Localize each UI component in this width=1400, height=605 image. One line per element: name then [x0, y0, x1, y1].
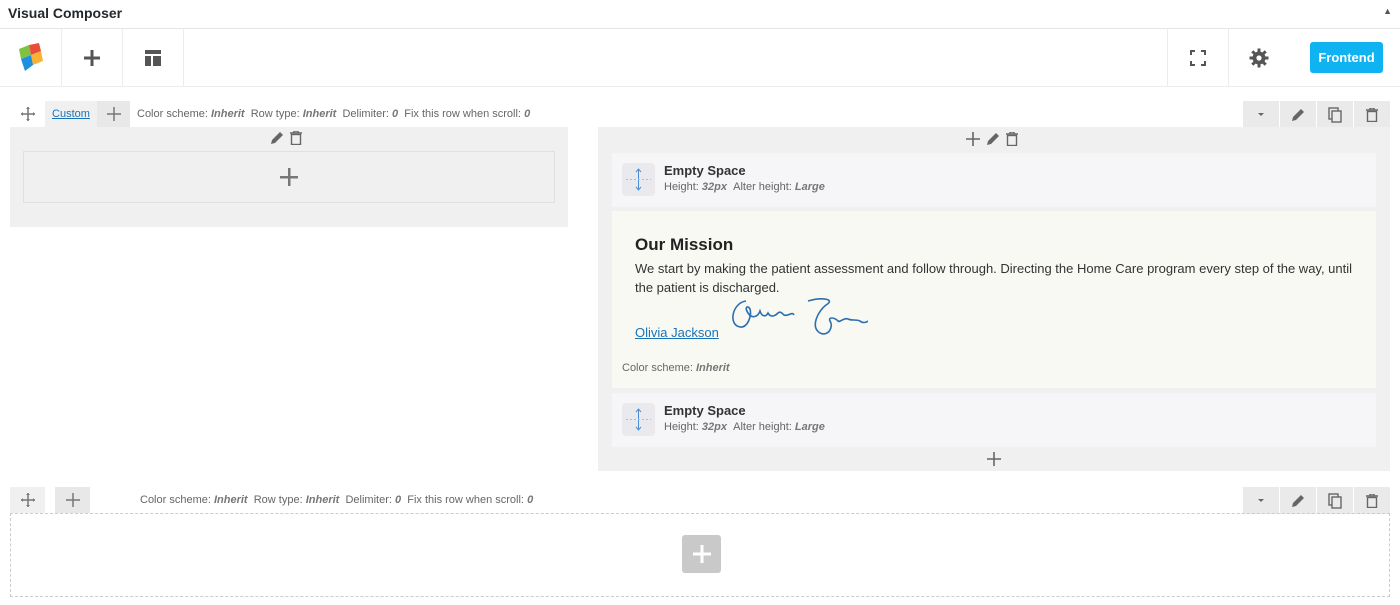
custom-layout-link[interactable]: Custom	[52, 108, 90, 120]
settings-button[interactable]	[1228, 29, 1289, 86]
element-meta: Height: 32px Alter height: Large	[664, 421, 825, 433]
plus-icon	[84, 49, 100, 66]
signature-image	[732, 298, 868, 335]
column-right: Empty Space Height: 32px Alter height: L…	[598, 127, 1390, 471]
add-column-button[interactable]	[97, 101, 130, 127]
layout-icon	[145, 49, 161, 66]
element-meta: Height: 32px Alter height: Large	[664, 181, 825, 193]
row1-controls: Custom Color scheme: Inherit Row type: I…	[10, 101, 530, 127]
plus-icon	[280, 168, 298, 186]
row-move-icon[interactable]	[10, 487, 45, 513]
fullscreen-icon	[1190, 49, 1206, 66]
row-toggle-button[interactable]	[1243, 101, 1279, 128]
plus-icon	[106, 107, 121, 121]
plus-icon	[65, 493, 80, 507]
row-move-icon[interactable]	[10, 101, 45, 127]
column-add-element-zone[interactable]	[23, 151, 555, 203]
copy-icon	[1328, 106, 1342, 123]
element-empty-space[interactable]: Empty Space Height: 32px Alter height: L…	[612, 393, 1376, 447]
chevron-down-icon	[1258, 498, 1264, 502]
fullscreen-button[interactable]	[1167, 29, 1228, 86]
column-left-controls	[270, 131, 302, 145]
row-delete-button[interactable]	[1354, 487, 1390, 514]
column-left	[10, 127, 568, 227]
vc-logo-icon[interactable]	[0, 29, 62, 86]
row1-meta: Color scheme: Inherit Row type: Inherit …	[137, 108, 531, 120]
element-title: Empty Space	[664, 163, 746, 178]
pencil-icon[interactable]	[986, 132, 1000, 146]
vc-toolbar: Frontend	[0, 29, 1400, 87]
row-layout-custom[interactable]: Custom	[45, 101, 97, 127]
pencil-icon[interactable]	[270, 131, 284, 145]
trash-icon	[1366, 493, 1378, 508]
collapse-toggle-icon[interactable]: ▲	[1383, 6, 1392, 16]
templates-button[interactable]	[123, 29, 184, 86]
frontend-button[interactable]: Frontend	[1310, 42, 1383, 73]
pencil-icon	[1292, 108, 1304, 121]
mission-heading: Our Mission	[635, 235, 734, 254]
signature-link[interactable]: Olivia Jackson	[635, 325, 719, 340]
row-edit-button[interactable]	[1280, 101, 1316, 128]
add-column-button[interactable]	[55, 487, 90, 513]
trash-icon[interactable]	[1006, 132, 1018, 146]
row2-actions	[1243, 487, 1390, 514]
panel-title: Visual Composer	[8, 5, 123, 21]
panel-title-bar: Visual Composer ▲	[0, 0, 1400, 29]
plus-icon	[692, 545, 711, 563]
row-delete-button[interactable]	[1354, 101, 1390, 128]
element-title: Empty Space	[664, 403, 746, 418]
mission-paragraph: We start by making the patient assessmen…	[635, 261, 1353, 295]
trash-icon	[1366, 107, 1378, 122]
column-add-element-button[interactable]	[987, 452, 1001, 471]
pencil-icon	[1292, 494, 1304, 507]
chevron-down-icon	[1258, 112, 1264, 116]
row-edit-button[interactable]	[1280, 487, 1316, 514]
row-clone-button[interactable]	[1317, 101, 1353, 128]
gear-icon	[1249, 48, 1269, 67]
row2-empty-column	[10, 513, 1390, 597]
plus-icon[interactable]	[966, 132, 980, 146]
add-element-button[interactable]	[62, 29, 123, 86]
plus-icon	[987, 452, 1001, 466]
empty-space-icon	[622, 403, 655, 436]
element-empty-space[interactable]: Empty Space Height: 32px Alter height: L…	[612, 153, 1376, 207]
empty-space-icon	[622, 163, 655, 196]
row2-controls: Color scheme: Inherit Row type: Inherit …	[10, 487, 533, 513]
trash-icon[interactable]	[290, 131, 302, 145]
column-right-controls	[966, 132, 1018, 146]
row2-meta: Color scheme: Inherit Row type: Inherit …	[140, 494, 534, 506]
text-block-meta: Color scheme: Inherit	[622, 362, 730, 374]
row-clone-button[interactable]	[1317, 487, 1353, 514]
add-element-big-button[interactable]	[682, 535, 721, 573]
row-toggle-button[interactable]	[1243, 487, 1279, 514]
element-text-block[interactable]: Our Mission We start by making the patie…	[612, 211, 1376, 388]
row1-actions	[1243, 101, 1390, 128]
copy-icon	[1328, 492, 1342, 509]
